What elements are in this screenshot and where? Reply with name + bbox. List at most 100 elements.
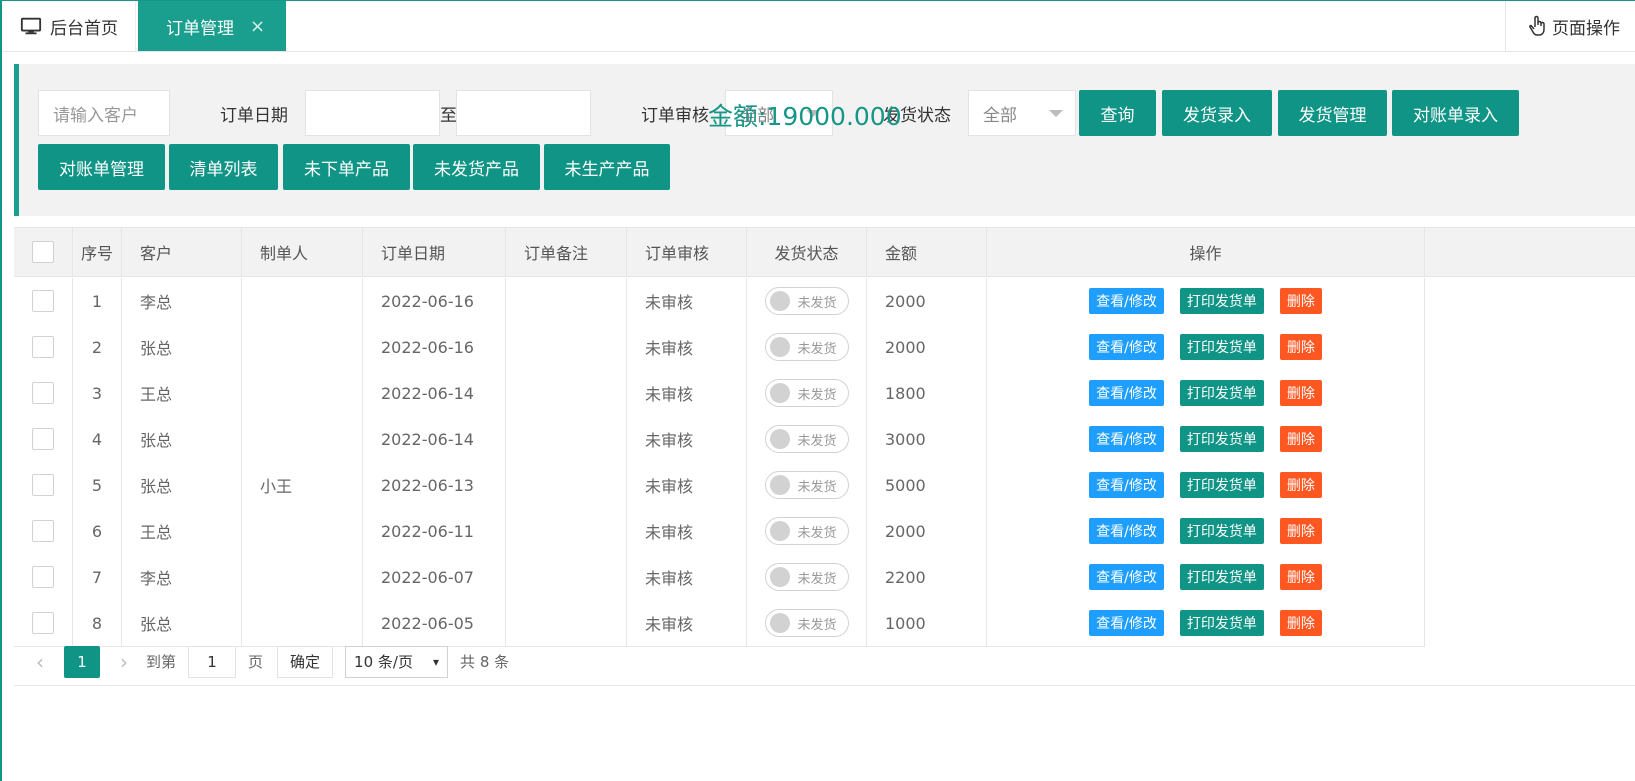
not-ordered-button[interactable]: 未下单产品 (283, 144, 410, 190)
view-edit-button[interactable]: 查看/修改 (1089, 288, 1164, 314)
header-customer: 客户 (122, 228, 242, 276)
delete-button[interactable]: 删除 (1279, 518, 1322, 544)
print-shipping-button[interactable]: 打印发货单 (1179, 564, 1264, 590)
statement-manage-button[interactable]: 对账单管理 (38, 144, 165, 190)
ship-status-text: 未发货 (797, 525, 837, 541)
query-button[interactable]: 查询 (1079, 90, 1156, 136)
delete-button[interactable]: 删除 (1279, 564, 1322, 590)
ship-status-toggle[interactable]: 未发货 (764, 425, 849, 453)
date-start-input[interactable] (305, 90, 440, 136)
delete-button[interactable]: 删除 (1279, 380, 1322, 406)
view-edit-button[interactable]: 查看/修改 (1089, 334, 1164, 360)
cell-actions: 查看/修改 打印发货单 删除 (987, 324, 1425, 370)
total-count: 共 8 条 (460, 653, 510, 671)
page-ops-button[interactable]: 页面操作 (1505, 1, 1635, 51)
ship-select[interactable]: 全部 (968, 90, 1076, 136)
row-checkbox[interactable] (32, 428, 54, 450)
view-edit-button[interactable]: 查看/修改 (1089, 426, 1164, 452)
date-end-input[interactable] (456, 90, 591, 136)
row-select-cell (14, 370, 73, 416)
to-label: 至 (440, 105, 457, 126)
ship-status-toggle[interactable]: 未发货 (764, 563, 849, 591)
delete-button[interactable]: 删除 (1279, 472, 1322, 498)
delete-button[interactable]: 删除 (1279, 426, 1322, 452)
row-checkbox[interactable] (32, 336, 54, 358)
ship-entry-button[interactable]: 发货录入 (1162, 90, 1272, 136)
toggle-knob (769, 521, 790, 541)
list-button[interactable]: 清单列表 (169, 144, 278, 190)
print-shipping-button[interactable]: 打印发货单 (1179, 288, 1264, 314)
ship-status-toggle[interactable]: 未发货 (764, 287, 849, 315)
select-all-checkbox[interactable] (32, 241, 54, 263)
prev-page-icon[interactable]: ‹ (28, 650, 52, 674)
chevron-down-icon (1049, 110, 1063, 117)
goto-page-input[interactable]: 1 (188, 645, 237, 678)
header-no: 序号 (73, 228, 122, 276)
ship-status-toggle[interactable]: 未发货 (764, 333, 849, 361)
cell-amount: 5000 (867, 462, 987, 508)
cell-ship: 未发货 (747, 416, 867, 462)
view-edit-button[interactable]: 查看/修改 (1089, 472, 1164, 498)
ship-status-toggle[interactable]: 未发货 (764, 517, 849, 545)
cell-actions: 查看/修改 打印发货单 删除 (987, 508, 1425, 554)
table-row: 3 王总 2022-06-14 未审核 未发货 1800 查看/修改 打印发货单 删除 (14, 370, 1425, 417)
cell-no: 4 (73, 416, 122, 462)
cell-date: 2022-06-16 (363, 278, 506, 324)
cell-ship: 未发货 (747, 278, 867, 324)
view-edit-button[interactable]: 查看/修改 (1089, 610, 1164, 636)
cell-actions: 查看/修改 打印发货单 删除 (987, 554, 1425, 600)
row-checkbox[interactable] (32, 520, 54, 542)
cell-maker (242, 508, 363, 554)
cell-no: 2 (73, 324, 122, 370)
cell-actions: 查看/修改 打印发货单 删除 (987, 278, 1425, 324)
not-shipped-button[interactable]: 未发货产品 (413, 144, 540, 190)
delete-button[interactable]: 删除 (1279, 610, 1322, 636)
page-size-select[interactable]: 10 条/页 ▾ (345, 645, 449, 678)
ship-status-toggle[interactable]: 未发货 (764, 471, 849, 499)
print-shipping-button[interactable]: 打印发货单 (1179, 610, 1264, 636)
row-checkbox[interactable] (32, 382, 54, 404)
print-shipping-button[interactable]: 打印发货单 (1179, 472, 1264, 498)
view-edit-button[interactable]: 查看/修改 (1089, 564, 1164, 590)
table-row: 7 李总 2022-06-07 未审核 未发货 2200 查看/修改 打印发货单 删除 (14, 554, 1425, 601)
row-select-cell (14, 278, 73, 324)
ship-status-text: 未发货 (797, 387, 837, 403)
next-page-icon[interactable]: › (112, 650, 136, 674)
header-select-all (14, 228, 73, 276)
not-produced-button[interactable]: 未生产产品 (544, 144, 670, 190)
print-shipping-button[interactable]: 打印发货单 (1179, 334, 1264, 360)
cell-ship: 未发货 (747, 508, 867, 554)
tab-active-label: 订单管理 (166, 18, 234, 39)
delete-button[interactable]: 删除 (1279, 334, 1322, 360)
goto-confirm-button[interactable]: 确定 (277, 645, 334, 678)
cell-audit: 未审核 (627, 462, 747, 508)
ship-status-text: 未发货 (797, 341, 837, 357)
cell-no: 1 (73, 278, 122, 324)
ship-manage-button[interactable]: 发货管理 (1278, 90, 1387, 136)
statement-entry-button[interactable]: 对账单录入 (1392, 90, 1519, 136)
close-icon[interactable]: × (250, 16, 265, 37)
hand-pointer-icon (1529, 15, 1545, 36)
print-shipping-button[interactable]: 打印发货单 (1179, 380, 1264, 406)
row-checkbox[interactable] (32, 612, 54, 634)
current-page[interactable]: 1 (64, 645, 100, 678)
cell-audit: 未审核 (627, 370, 747, 416)
ship-status-toggle[interactable]: 未发货 (764, 379, 849, 407)
print-shipping-button[interactable]: 打印发货单 (1179, 426, 1264, 452)
view-edit-button[interactable]: 查看/修改 (1089, 518, 1164, 544)
customer-input[interactable]: 请输入客户 (38, 90, 170, 136)
row-checkbox[interactable] (32, 566, 54, 588)
tab-order-management[interactable]: 订单管理 × (138, 1, 286, 51)
page-unit-label: 页 (248, 653, 264, 671)
print-shipping-button[interactable]: 打印发货单 (1179, 518, 1264, 544)
cell-amount: 3000 (867, 416, 987, 462)
ship-status-toggle[interactable]: 未发货 (764, 609, 849, 637)
row-checkbox[interactable] (32, 474, 54, 496)
search-panel: 请输入客户 订单日期 至 订单审核 全部 发货状态 全部 查询 发货录入 发货管… (14, 64, 1635, 216)
cell-maker (242, 554, 363, 600)
delete-button[interactable]: 删除 (1279, 288, 1322, 314)
tab-home[interactable]: 后台首页 (2, 1, 136, 51)
cell-date: 2022-06-07 (363, 554, 506, 600)
row-checkbox[interactable] (32, 290, 54, 312)
view-edit-button[interactable]: 查看/修改 (1089, 380, 1164, 406)
